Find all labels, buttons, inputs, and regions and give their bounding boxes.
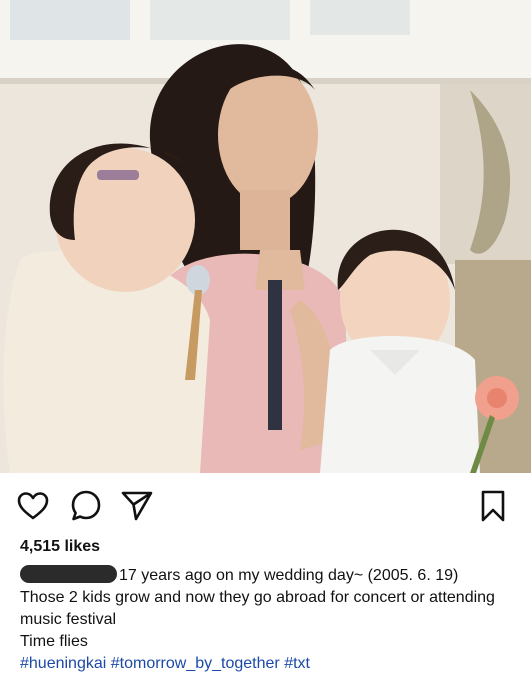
post-photo[interactable] — [0, 0, 531, 473]
caption-text-2: Those 2 kids grow and now they go abroad… — [20, 589, 495, 628]
paper-plane-icon[interactable] — [119, 488, 155, 524]
likes-count[interactable]: 4,515 likes — [20, 538, 100, 556]
heart-icon[interactable] — [15, 488, 51, 524]
hashtag-line: #hueningkai #tomorrow_by_together #txt — [20, 653, 520, 675]
hashtag-link[interactable]: #hueningkai — [20, 655, 106, 672]
hashtag-link[interactable]: #txt — [284, 655, 310, 672]
caption-text-3: Time flies — [20, 633, 88, 650]
comment-bubble-icon[interactable] — [68, 488, 104, 524]
caption-text-1: 17 years ago on my wedding day~ (2005. 6… — [119, 567, 459, 584]
redacted-username — [20, 565, 117, 583]
post-caption: 17 years ago on my wedding day~ (2005. 6… — [20, 565, 520, 675]
caption-line-date: 17 years ago on my wedding day~ (2005. 6… — [20, 565, 520, 587]
post-action-bar — [0, 478, 531, 538]
hashtag-link[interactable]: #tomorrow_by_together — [111, 655, 280, 672]
bookmark-icon[interactable] — [475, 488, 511, 524]
